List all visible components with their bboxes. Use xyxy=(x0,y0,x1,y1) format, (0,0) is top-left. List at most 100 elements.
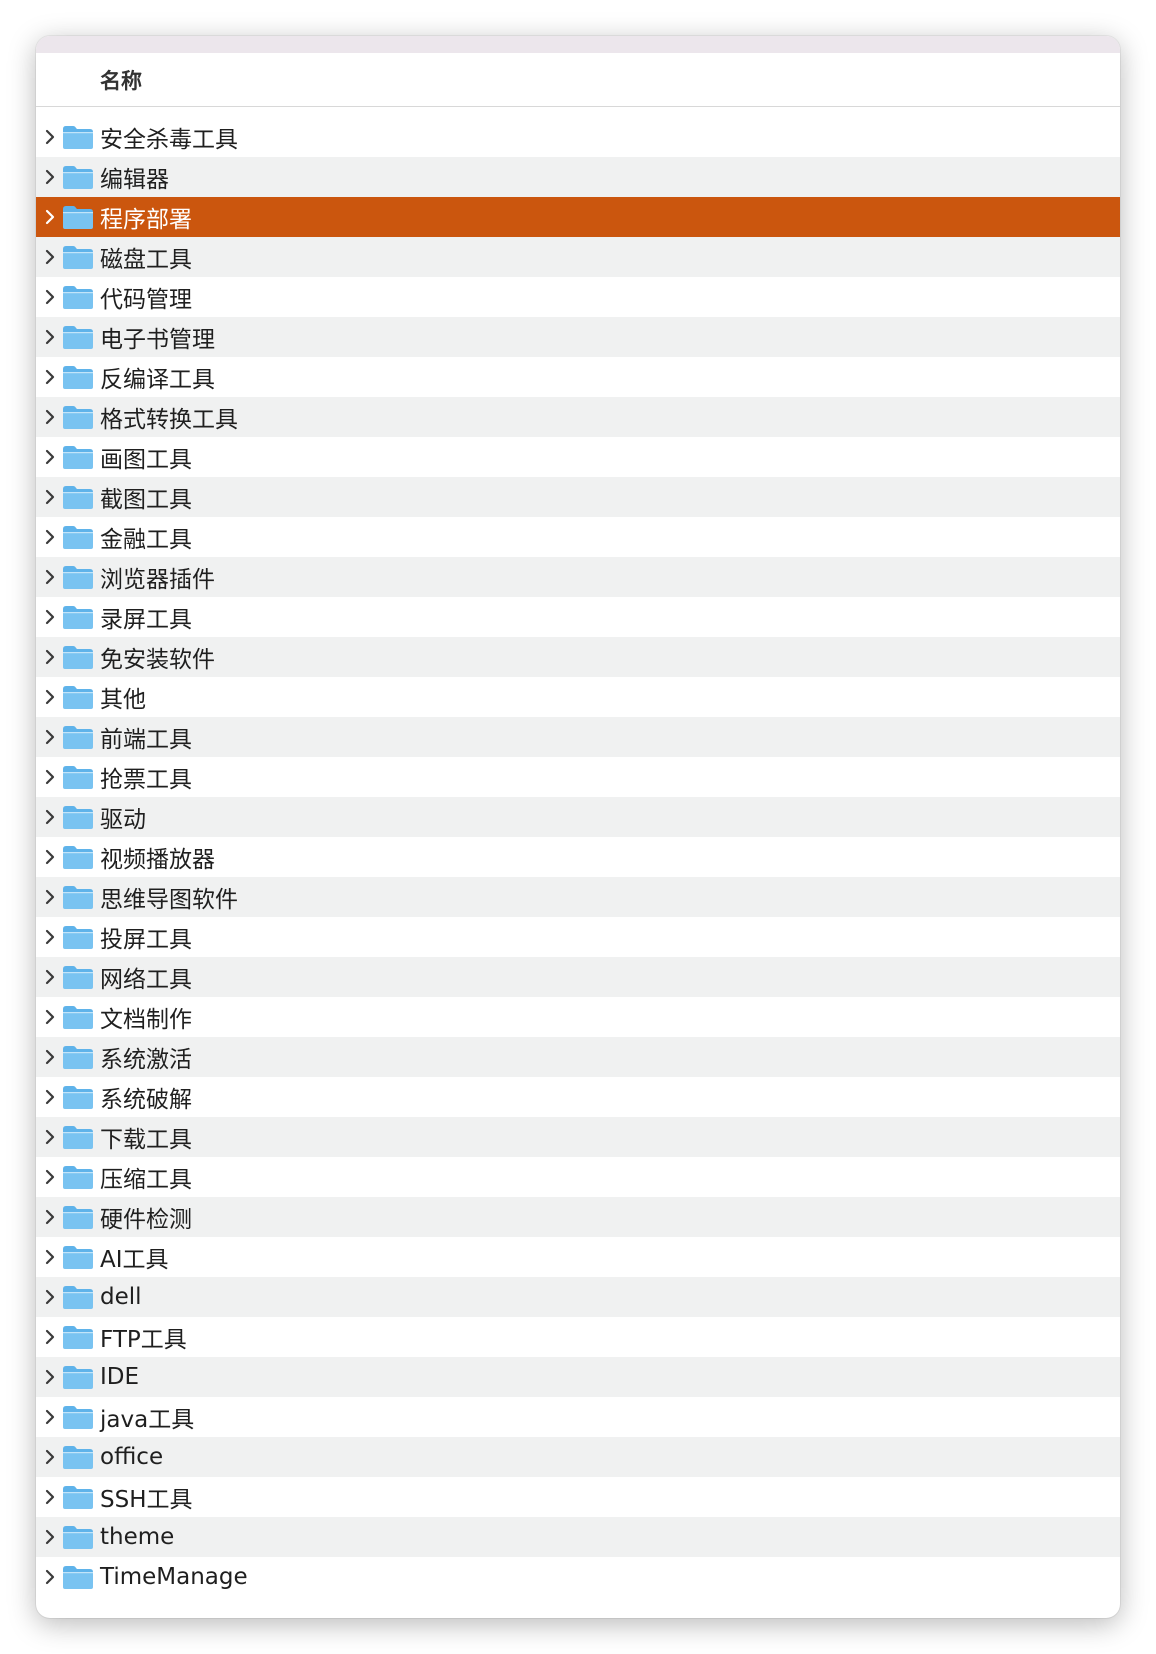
list-item[interactable]: 系统破解 xyxy=(36,1077,1120,1117)
list-item-label: 浏览器插件 xyxy=(100,567,215,593)
chevron-right-icon[interactable] xyxy=(39,606,61,628)
list-item[interactable]: 金融工具 xyxy=(36,517,1120,557)
list-item[interactable]: office xyxy=(36,1437,1120,1477)
chevron-right-icon[interactable] xyxy=(39,166,61,188)
list-item[interactable]: 视频播放器 xyxy=(36,837,1120,877)
chevron-right-icon[interactable] xyxy=(39,846,61,868)
folder-icon xyxy=(61,523,95,551)
list-item[interactable]: 编辑器 xyxy=(36,157,1120,197)
column-header[interactable]: 名称 xyxy=(36,53,1120,107)
list-item-label: 思维导图软件 xyxy=(100,887,238,913)
chevron-right-icon[interactable] xyxy=(39,126,61,148)
list-item[interactable]: 磁盘工具 xyxy=(36,237,1120,277)
list-item[interactable]: 代码管理 xyxy=(36,277,1120,317)
list-item-label: 磁盘工具 xyxy=(100,247,192,273)
list-item[interactable]: 其他 xyxy=(36,677,1120,717)
list-item[interactable]: 投屏工具 xyxy=(36,917,1120,957)
chevron-right-icon[interactable] xyxy=(39,1166,61,1188)
chevron-right-icon[interactable] xyxy=(39,326,61,348)
name-column-header[interactable]: 名称 xyxy=(100,65,142,95)
list-item[interactable]: theme xyxy=(36,1517,1120,1557)
chevron-right-icon[interactable] xyxy=(39,806,61,828)
list-item-selected[interactable]: 程序部署 xyxy=(36,197,1120,237)
chevron-right-icon[interactable] xyxy=(39,1246,61,1268)
list-item[interactable]: 系统激活 xyxy=(36,1037,1120,1077)
list-item[interactable]: FTP工具 xyxy=(36,1317,1120,1357)
list-item[interactable]: 文档制作 xyxy=(36,997,1120,1037)
chevron-right-icon[interactable] xyxy=(39,886,61,908)
chevron-right-icon[interactable] xyxy=(39,1566,61,1588)
list-item[interactable]: 网络工具 xyxy=(36,957,1120,997)
chevron-right-icon[interactable] xyxy=(39,1446,61,1468)
list-item[interactable]: 反编译工具 xyxy=(36,357,1120,397)
list-item[interactable]: 格式转换工具 xyxy=(36,397,1120,437)
folder-icon xyxy=(61,1203,95,1231)
list-item[interactable]: 免安装软件 xyxy=(36,637,1120,677)
chevron-right-icon[interactable] xyxy=(39,686,61,708)
list-item-label: FTP工具 xyxy=(100,1327,187,1353)
chevron-right-icon[interactable] xyxy=(39,1046,61,1068)
list-item[interactable]: AI工具 xyxy=(36,1237,1120,1277)
chevron-right-icon[interactable] xyxy=(39,766,61,788)
list-item[interactable]: java工具 xyxy=(36,1397,1120,1437)
chevron-right-icon[interactable] xyxy=(39,366,61,388)
list-item-label: 反编译工具 xyxy=(100,367,215,393)
chevron-right-icon[interactable] xyxy=(39,1086,61,1108)
list-item[interactable]: 画图工具 xyxy=(36,437,1120,477)
chevron-right-icon[interactable] xyxy=(39,1206,61,1228)
list-item-label: 代码管理 xyxy=(100,287,192,313)
list-item[interactable]: 驱动 xyxy=(36,797,1120,837)
chevron-right-icon[interactable] xyxy=(39,526,61,548)
folder-icon xyxy=(61,403,95,431)
chevron-right-icon[interactable] xyxy=(39,406,61,428)
list-item[interactable]: 截图工具 xyxy=(36,477,1120,517)
list-item[interactable]: 电子书管理 xyxy=(36,317,1120,357)
folder-icon xyxy=(61,923,95,951)
chevron-right-icon[interactable] xyxy=(39,1366,61,1388)
list-item[interactable]: dell xyxy=(36,1277,1120,1317)
list-item[interactable]: 前端工具 xyxy=(36,717,1120,757)
chevron-right-icon[interactable] xyxy=(39,286,61,308)
list-item-label: 格式转换工具 xyxy=(100,407,238,433)
finder-list-window: 名称 安全杀毒工具 编辑器 程序部署 磁盘工具 代码管理 电子书管理 反编译工具… xyxy=(36,36,1120,1618)
folder-list: 安全杀毒工具 编辑器 程序部署 磁盘工具 代码管理 电子书管理 反编译工具 格式… xyxy=(36,117,1120,1597)
folder-icon xyxy=(61,323,95,351)
folder-icon xyxy=(61,1563,95,1591)
chevron-right-icon[interactable] xyxy=(39,206,61,228)
list-item[interactable]: IDE xyxy=(36,1357,1120,1397)
chevron-right-icon[interactable] xyxy=(39,566,61,588)
list-item-label: 电子书管理 xyxy=(100,327,215,353)
chevron-right-icon[interactable] xyxy=(39,1406,61,1428)
list-item[interactable]: 安全杀毒工具 xyxy=(36,117,1120,157)
list-item[interactable]: 硬件检测 xyxy=(36,1197,1120,1237)
chevron-right-icon[interactable] xyxy=(39,966,61,988)
folder-icon xyxy=(61,1363,95,1391)
chevron-right-icon[interactable] xyxy=(39,486,61,508)
folder-icon xyxy=(61,283,95,311)
chevron-right-icon[interactable] xyxy=(39,446,61,468)
list-item[interactable]: 压缩工具 xyxy=(36,1157,1120,1197)
chevron-right-icon[interactable] xyxy=(39,1526,61,1548)
chevron-right-icon[interactable] xyxy=(39,1126,61,1148)
chevron-right-icon[interactable] xyxy=(39,246,61,268)
chevron-right-icon[interactable] xyxy=(39,1326,61,1348)
list-item-label: 金融工具 xyxy=(100,527,192,553)
list-item-label: theme xyxy=(100,1524,175,1550)
list-item-label: java工具 xyxy=(100,1407,195,1433)
list-item[interactable]: 下载工具 xyxy=(36,1117,1120,1157)
chevron-right-icon[interactable] xyxy=(39,1286,61,1308)
chevron-right-icon[interactable] xyxy=(39,726,61,748)
list-item[interactable]: TimeManage xyxy=(36,1557,1120,1597)
list-item[interactable]: 思维导图软件 xyxy=(36,877,1120,917)
folder-icon xyxy=(61,1483,95,1511)
folder-icon xyxy=(61,163,95,191)
chevron-right-icon[interactable] xyxy=(39,926,61,948)
list-item[interactable]: 录屏工具 xyxy=(36,597,1120,637)
folder-icon xyxy=(61,203,95,231)
list-item[interactable]: SSH工具 xyxy=(36,1477,1120,1517)
chevron-right-icon[interactable] xyxy=(39,1486,61,1508)
chevron-right-icon[interactable] xyxy=(39,1006,61,1028)
chevron-right-icon[interactable] xyxy=(39,646,61,668)
list-item[interactable]: 浏览器插件 xyxy=(36,557,1120,597)
list-item[interactable]: 抢票工具 xyxy=(36,757,1120,797)
